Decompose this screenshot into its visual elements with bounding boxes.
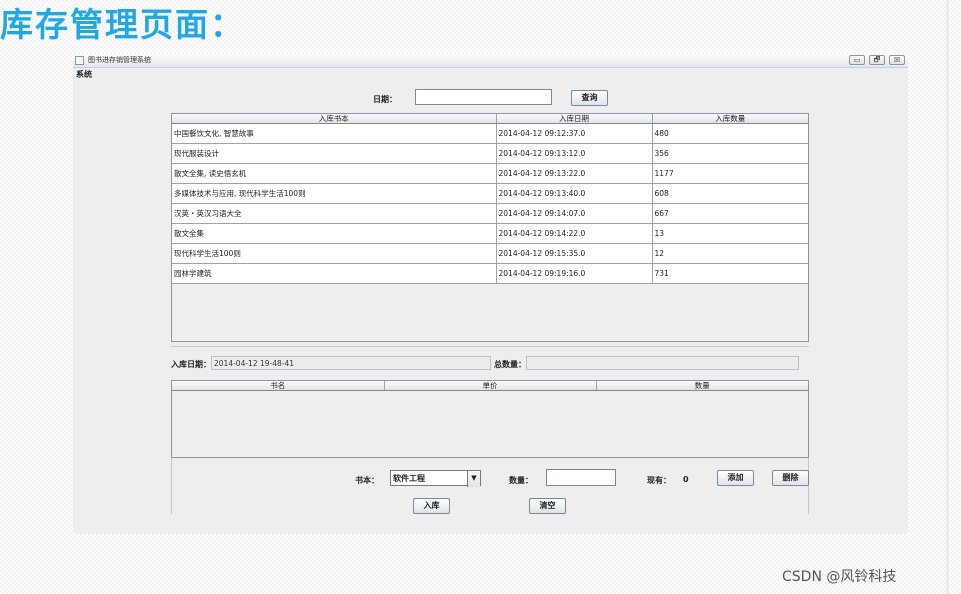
- close-button[interactable]: ☒: [889, 55, 905, 65]
- column-header-title[interactable]: 书名: [172, 381, 385, 391]
- column-header-book[interactable]: 入库书本: [172, 114, 497, 124]
- cell-quantity: 13: [652, 223, 808, 244]
- column-header-quantity[interactable]: 入库数量: [652, 114, 808, 124]
- cell-date: 2014-04-12 09:13:22.0: [496, 163, 653, 184]
- watermark: CSDN @风铃科技: [782, 569, 897, 585]
- total-quantity-label: 总数量：: [494, 360, 526, 369]
- cell-date: 2014-04-12 09:14:07.0: [496, 203, 653, 224]
- stock-value: 0: [683, 475, 689, 484]
- detail-table: 书名 单价 数量: [171, 380, 809, 458]
- stock-table: 入库书本 入库日期 入库数量 中国餐饮文化, 智慧故事 2014-04-12 0…: [171, 113, 809, 342]
- query-button[interactable]: 查询: [571, 90, 608, 106]
- cell-date: 2014-04-12 09:13:12.0: [496, 143, 653, 164]
- query-date-label: 日期：: [373, 95, 397, 104]
- minimize-button[interactable]: ▭: [849, 55, 865, 65]
- entry-date-label: 入库日期：: [171, 360, 211, 369]
- cell-quantity: 480: [652, 123, 808, 144]
- maximize-button[interactable]: 🗗: [869, 55, 885, 65]
- entry-date-field: 2014-04-12 19-48-41: [211, 356, 491, 370]
- cell-quantity: 1177: [652, 163, 808, 184]
- cell-book: 现代服装设计: [172, 143, 497, 164]
- cell-quantity: 12: [652, 243, 808, 264]
- menu-bar: 系统: [73, 68, 908, 80]
- table-row[interactable]: 中国餐饮文化, 智慧故事 2014-04-12 09:12:37.0 480: [172, 123, 808, 144]
- cell-book: 散文全集: [172, 223, 497, 244]
- stock-in-button[interactable]: 入库: [413, 498, 450, 514]
- title-bar[interactable]: 图书进存销管理系统 ▭ 🗗 ☒: [73, 54, 908, 68]
- menu-system[interactable]: 系统: [76, 69, 92, 80]
- delete-button[interactable]: 删除: [772, 470, 809, 486]
- cell-date: 2014-04-12 09:13:40.0: [496, 183, 653, 204]
- book-select-value: 软件工程: [393, 474, 425, 483]
- cell-quantity: 608: [652, 183, 808, 204]
- book-select[interactable]: 软件工程 ▼: [390, 470, 481, 487]
- cell-book: 园林学建筑: [172, 263, 497, 284]
- cell-book: 汉英・英汉习语大全: [172, 203, 497, 224]
- quantity-label: 数量：: [509, 476, 533, 485]
- page-right-border: [946, 0, 949, 594]
- cell-book: 多媒体技术与应用, 现代科学生活100则: [172, 183, 497, 204]
- chevron-down-icon[interactable]: ▼: [467, 471, 480, 487]
- column-header-count[interactable]: 数量: [596, 381, 808, 391]
- table-row[interactable]: 散文全集 2014-04-12 09:14:22.0 13: [172, 223, 808, 244]
- column-header-date[interactable]: 入库日期: [496, 114, 653, 124]
- cell-book: 中国餐饮文化, 智慧故事: [172, 123, 497, 144]
- query-date-input[interactable]: [415, 89, 552, 105]
- window-title: 图书进存销管理系统: [88, 56, 151, 64]
- table-row[interactable]: 散文全集, 读史悟玄机 2014-04-12 09:13:22.0 1177: [172, 163, 808, 184]
- app-window: 图书进存销管理系统 ▭ 🗗 ☒ 系统 日期： 查询 入库书本 入库日期 入库数量…: [73, 54, 908, 534]
- cell-quantity: 356: [652, 143, 808, 164]
- stock-label: 现有：: [647, 476, 671, 485]
- cell-book: 现代科学生活100则: [172, 243, 497, 264]
- table-row[interactable]: 汉英・英汉习语大全 2014-04-12 09:14:07.0 667: [172, 203, 808, 224]
- form-panel-border: [171, 458, 172, 514]
- cell-date: 2014-04-12 09:19:16.0: [496, 263, 653, 284]
- table-row[interactable]: 现代服装设计 2014-04-12 09:13:12.0 356: [172, 143, 808, 164]
- app-icon: [75, 56, 84, 65]
- table-row[interactable]: 园林学建筑 2014-04-12 09:19:16.0 731: [172, 263, 808, 284]
- table-row[interactable]: 现代科学生活100则 2014-04-12 09:15:35.0 12: [172, 243, 808, 264]
- quantity-input[interactable]: [546, 469, 616, 486]
- total-quantity-field: [526, 356, 799, 370]
- cell-date: 2014-04-12 09:15:35.0: [496, 243, 653, 264]
- column-header-price[interactable]: 单价: [384, 381, 597, 391]
- cell-date: 2014-04-12 09:12:37.0: [496, 123, 653, 144]
- section-divider: [171, 346, 809, 347]
- table-row[interactable]: 多媒体技术与应用, 现代科学生活100则 2014-04-12 09:13:40…: [172, 183, 808, 204]
- cell-quantity: 731: [652, 263, 808, 284]
- clear-button[interactable]: 清空: [529, 498, 566, 514]
- cell-quantity: 667: [652, 203, 808, 224]
- add-button[interactable]: 添加: [717, 470, 754, 486]
- page-heading: 库存管理页面：: [0, 5, 245, 44]
- form-panel-border: [808, 458, 809, 514]
- cell-book: 散文全集, 读史悟玄机: [172, 163, 497, 184]
- cell-date: 2014-04-12 09:14:22.0: [496, 223, 653, 244]
- book-label: 书本：: [355, 476, 379, 485]
